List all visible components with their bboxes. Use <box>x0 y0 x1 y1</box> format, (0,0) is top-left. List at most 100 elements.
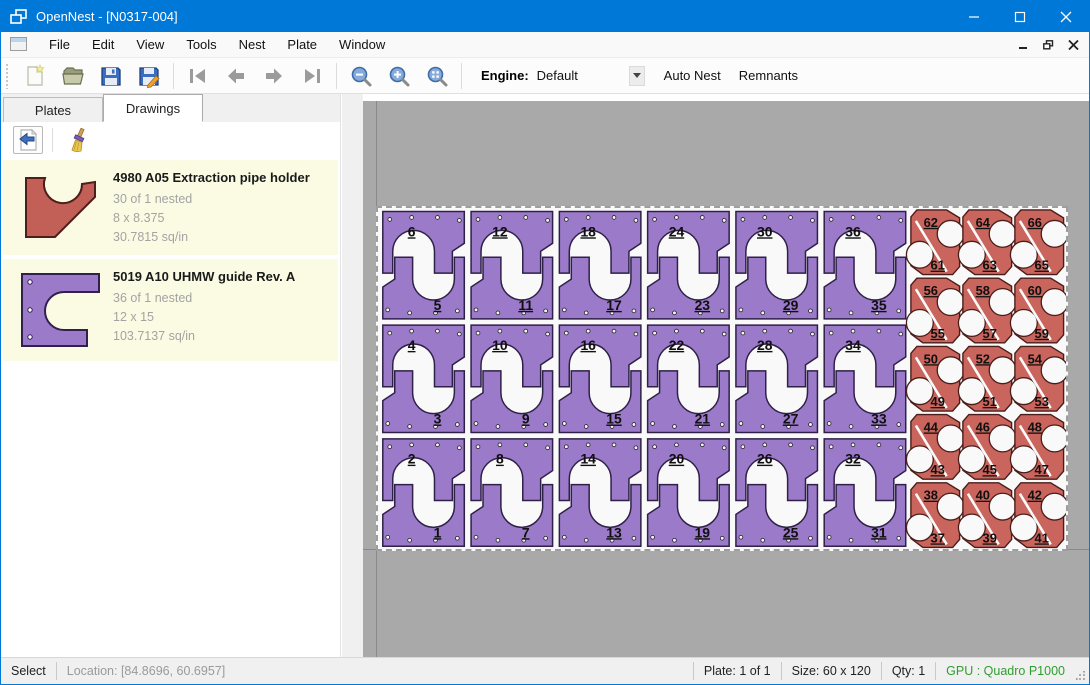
nest-pair-red[interactable]: 5251 <box>958 346 1016 411</box>
nest-pair-purple[interactable]: 1413 <box>559 439 641 546</box>
window-title: OpenNest - [N0317-004] <box>36 9 178 24</box>
nest-pair-purple[interactable]: 87 <box>471 439 553 546</box>
nest-pair-purple[interactable]: 43 <box>383 325 465 432</box>
part-number: 11 <box>518 297 533 313</box>
part-number: 36 <box>845 223 861 239</box>
zoom-fit-icon[interactable] <box>418 60 456 92</box>
part-number: 46 <box>976 419 990 434</box>
import-drawing-button[interactable] <box>13 126 43 154</box>
nest-pair-red[interactable]: 4645 <box>958 415 1016 480</box>
go-first-icon[interactable] <box>179 60 217 92</box>
document-window-icon[interactable] <box>9 36 28 53</box>
drawing-nested: 36 of 1 nested <box>113 289 332 308</box>
nest-pair-purple[interactable]: 3433 <box>824 325 906 432</box>
part-number: 52 <box>976 351 990 366</box>
engine-select[interactable]: Default <box>537 65 629 87</box>
nest-pair-purple[interactable]: 109 <box>471 325 553 432</box>
part-number: 61 <box>931 258 945 273</box>
nest-pair-red[interactable]: 5857 <box>958 278 1016 343</box>
part-number: 29 <box>783 297 799 313</box>
drawing-area: 103.7137 sq/in <box>113 327 332 346</box>
nest-pair-red[interactable]: 4241 <box>1010 483 1066 548</box>
open-file-icon[interactable] <box>54 60 92 92</box>
menu-nest[interactable]: Nest <box>228 32 277 58</box>
remnants-button[interactable]: Remnants <box>730 62 807 90</box>
part-number: 17 <box>606 297 622 313</box>
nest-pair-red[interactable]: 50 49 <box>906 346 964 411</box>
mdi-close-button[interactable] <box>1068 40 1079 50</box>
auto-nest-button[interactable]: Auto Nest <box>655 62 730 90</box>
mdi-restore-button[interactable] <box>1043 40 1054 50</box>
menu-window[interactable]: Window <box>328 32 396 58</box>
nest-pair-red[interactable]: 5453 <box>1010 346 1066 411</box>
tab-plates[interactable]: Plates <box>3 97 103 122</box>
part-number: 10 <box>492 337 508 353</box>
go-last-icon[interactable] <box>293 60 331 92</box>
nest-canvas[interactable]: 6512111817242330293635431091615222128273… <box>363 101 1089 657</box>
nest-pair-red[interactable]: 6463 <box>958 210 1016 275</box>
close-button[interactable] <box>1043 1 1089 32</box>
menu-tools[interactable]: Tools <box>175 32 227 58</box>
nest-pair-purple[interactable]: 3231 <box>824 439 906 546</box>
go-next-icon[interactable] <box>255 60 293 92</box>
nest-pair-red[interactable]: 4847 <box>1010 415 1066 480</box>
minimize-button[interactable] <box>951 1 997 32</box>
zoom-in-icon[interactable] <box>380 60 418 92</box>
part-number: 50 <box>924 351 938 366</box>
menu-edit[interactable]: Edit <box>81 32 125 58</box>
nest-pair-purple[interactable]: 3029 <box>736 211 818 318</box>
nest-pair-purple[interactable]: 2019 <box>648 439 730 546</box>
nest-pair-purple[interactable]: 2827 <box>736 325 818 432</box>
engine-dropdown-arrow-icon[interactable] <box>629 66 645 86</box>
part-number: 3 <box>434 411 442 427</box>
nest-pair-purple[interactable]: 1211 <box>471 211 553 318</box>
panel-splitter[interactable] <box>342 94 363 657</box>
nest-pair-purple[interactable]: 65 <box>383 211 465 318</box>
maximize-button[interactable] <box>997 1 1043 32</box>
drawing-title: 4980 A05 Extraction pipe holder <box>113 170 332 185</box>
part-number: 27 <box>783 411 799 427</box>
drawing-thumbnail-red <box>9 168 113 247</box>
menu-plate[interactable]: Plate <box>276 32 328 58</box>
drawing-item-2[interactable]: 5019 A10 UHMW guide Rev. A 36 of 1 neste… <box>3 259 338 361</box>
menu-file[interactable]: File <box>38 32 81 58</box>
part-number: 2 <box>408 451 416 467</box>
part-number: 49 <box>931 394 945 409</box>
nest-pair-purple[interactable]: 1817 <box>559 211 641 318</box>
nest-pair-red[interactable]: 4039 <box>958 483 1016 548</box>
part-number: 56 <box>924 283 938 298</box>
part-number: 15 <box>606 411 622 427</box>
nest-pair-red[interactable]: 4443 <box>906 415 964 480</box>
nest-pair-red[interactable]: 6059 <box>1010 278 1066 343</box>
nest-pair-purple[interactable]: 2625 <box>736 439 818 546</box>
part-number: 40 <box>976 488 990 503</box>
nest-pair-red[interactable]: 6261 <box>906 210 964 275</box>
go-previous-icon[interactable] <box>217 60 255 92</box>
resize-grip[interactable] <box>1075 658 1089 684</box>
plate-sheet[interactable]: 6512111817242330293635431091615222128273… <box>376 206 1068 551</box>
new-file-icon[interactable] <box>16 60 54 92</box>
nest-pair-purple[interactable]: 2423 <box>648 211 730 318</box>
drawing-item-1[interactable]: 4980 A05 Extraction pipe holder 30 of 1 … <box>3 160 338 255</box>
nest-pair-purple[interactable]: 3635 <box>824 211 906 318</box>
tab-drawings[interactable]: Drawings <box>103 94 203 122</box>
part-number: 16 <box>580 337 596 353</box>
nest-pair-red[interactable]: 5655 <box>906 278 964 343</box>
nest-pair-purple[interactable]: 21 <box>383 439 465 546</box>
title-bar: OpenNest - [N0317-004] <box>1 1 1089 32</box>
part-number: 48 <box>1028 419 1042 434</box>
nest-pair-purple[interactable]: 2221 <box>648 325 730 432</box>
clean-brush-icon[interactable] <box>62 126 92 154</box>
save-icon[interactable] <box>92 60 130 92</box>
nest-pair-red[interactable]: 6665 <box>1010 210 1066 275</box>
menu-bar: File Edit View Tools Nest Plate Window <box>1 32 1089 58</box>
drawing-size: 12 x 15 <box>113 308 332 327</box>
zoom-out-icon[interactable] <box>342 60 380 92</box>
menu-view[interactable]: View <box>125 32 175 58</box>
mdi-minimize-button[interactable] <box>1018 40 1029 50</box>
nest-pair-red[interactable]: 3837 <box>906 483 964 548</box>
toolbar-grip[interactable] <box>5 63 10 89</box>
nest-pair-purple[interactable]: 1615 <box>559 325 641 432</box>
save-as-icon[interactable] <box>130 60 168 92</box>
app-icon <box>10 9 28 25</box>
